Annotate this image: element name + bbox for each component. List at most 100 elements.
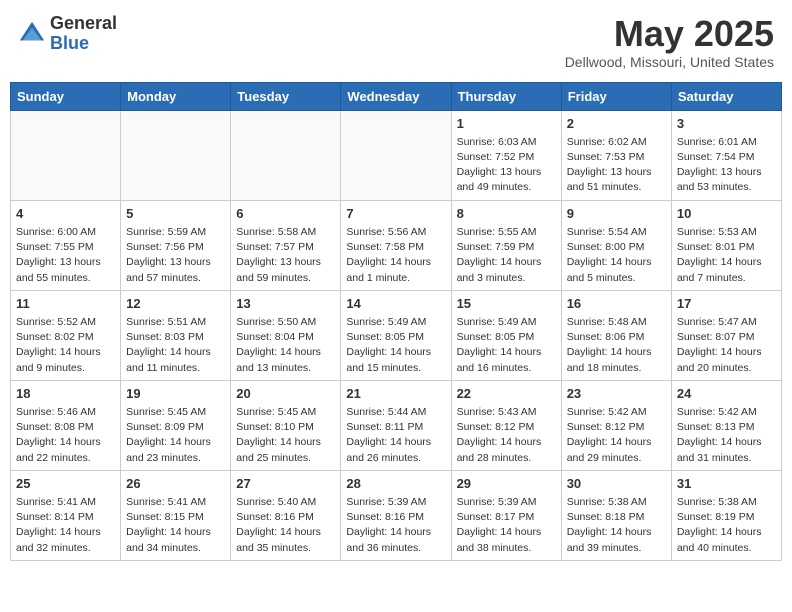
day-info: Sunrise: 5:38 AM Sunset: 8:18 PM Dayligh…: [567, 495, 666, 556]
day-info: Sunrise: 5:55 AM Sunset: 7:59 PM Dayligh…: [457, 225, 556, 286]
day-info: Sunrise: 5:51 AM Sunset: 8:03 PM Dayligh…: [126, 315, 225, 376]
day-info: Sunrise: 5:43 AM Sunset: 8:12 PM Dayligh…: [457, 405, 556, 466]
calendar-day-cell: 19Sunrise: 5:45 AM Sunset: 8:09 PM Dayli…: [121, 380, 231, 470]
calendar-week-row: 18 Sunrise: 5:46 AM Sunset: 8:08 PM Dayli…: [11, 380, 782, 470]
title-section: May 2025 Dellwood, Missouri, United Stat…: [565, 14, 774, 70]
calendar-day-cell: 30 Sunrise: 5:38 AM Sunset: 8:18 PM Dayli…: [561, 470, 671, 560]
calendar-day-cell: 25Sunrise: 5:41 AM Sunset: 8:14 PM Dayli…: [11, 470, 121, 560]
day-info: Sunrise: 5:39 AM Sunset: 8:16 PM Dayligh…: [346, 495, 445, 556]
day-number: 12: [126, 295, 225, 313]
calendar-day-cell: 3Sunrise: 6:01 AM Sunset: 7:54 PM Daylig…: [671, 110, 781, 200]
calendar-day-cell: 7 Sunrise: 5:56 AM Sunset: 7:58 PM Daylig…: [341, 200, 451, 290]
day-info: Sunrise: 5:44 AM Sunset: 8:11 PM Dayligh…: [346, 405, 445, 466]
calendar-day-cell: 17 Sunrise: 5:47 AM Sunset: 8:07 PM Dayli…: [671, 290, 781, 380]
calendar-week-row: 25Sunrise: 5:41 AM Sunset: 8:14 PM Dayli…: [11, 470, 782, 560]
weekday-header-monday: Monday: [121, 82, 231, 110]
day-info: Sunrise: 6:03 AM Sunset: 7:52 PM Dayligh…: [457, 135, 556, 196]
day-info: Sunrise: 5:39 AM Sunset: 8:17 PM Dayligh…: [457, 495, 556, 556]
day-number: 3: [677, 115, 776, 133]
calendar-day-cell: 9Sunrise: 5:54 AM Sunset: 8:00 PM Daylig…: [561, 200, 671, 290]
day-number: 11: [16, 295, 115, 313]
logo-text: General Blue: [50, 14, 117, 54]
day-info: Sunrise: 5:49 AM Sunset: 8:05 PM Dayligh…: [457, 315, 556, 376]
day-info: Sunrise: 5:50 AM Sunset: 8:04 PM Dayligh…: [236, 315, 335, 376]
weekday-header-thursday: Thursday: [451, 82, 561, 110]
logo-blue-text: Blue: [50, 34, 117, 54]
day-info: Sunrise: 5:53 AM Sunset: 8:01 PM Dayligh…: [677, 225, 776, 286]
calendar-day-cell: 31 Sunrise: 5:38 AM Sunset: 8:19 PM Dayli…: [671, 470, 781, 560]
calendar-day-cell: 29Sunrise: 5:39 AM Sunset: 8:17 PM Dayli…: [451, 470, 561, 560]
calendar-day-cell: 16 Sunrise: 5:48 AM Sunset: 8:06 PM Dayli…: [561, 290, 671, 380]
calendar-day-cell: 15 Sunrise: 5:49 AM Sunset: 8:05 PM Dayli…: [451, 290, 561, 380]
day-info: Sunrise: 5:49 AM Sunset: 8:05 PM Dayligh…: [346, 315, 445, 376]
day-info: Sunrise: 5:59 AM Sunset: 7:56 PM Dayligh…: [126, 225, 225, 286]
day-info: Sunrise: 5:40 AM Sunset: 8:16 PM Dayligh…: [236, 495, 335, 556]
calendar-day-cell: 5 Sunrise: 5:59 AM Sunset: 7:56 PM Daylig…: [121, 200, 231, 290]
calendar-day-cell: 13 Sunrise: 5:50 AM Sunset: 8:04 PM Dayli…: [231, 290, 341, 380]
day-info: Sunrise: 6:00 AM Sunset: 7:55 PM Dayligh…: [16, 225, 115, 286]
day-number: 31: [677, 475, 776, 493]
day-info: Sunrise: 5:42 AM Sunset: 8:12 PM Dayligh…: [567, 405, 666, 466]
day-number: 30: [567, 475, 666, 493]
day-info: Sunrise: 5:47 AM Sunset: 8:07 PM Dayligh…: [677, 315, 776, 376]
weekday-header-tuesday: Tuesday: [231, 82, 341, 110]
calendar-day-cell: 23Sunrise: 5:42 AM Sunset: 8:12 PM Dayli…: [561, 380, 671, 470]
day-number: 7: [346, 205, 445, 223]
logo-icon: [18, 20, 46, 48]
day-info: Sunrise: 5:54 AM Sunset: 8:00 PM Dayligh…: [567, 225, 666, 286]
calendar-day-cell: 1 Sunrise: 6:03 AM Sunset: 7:52 PM Daylig…: [451, 110, 561, 200]
day-number: 8: [457, 205, 556, 223]
day-number: 13: [236, 295, 335, 313]
month-title: May 2025: [565, 14, 774, 54]
day-number: 24: [677, 385, 776, 403]
day-number: 18: [16, 385, 115, 403]
page-header: General Blue May 2025 Dellwood, Missouri…: [10, 10, 782, 74]
day-info: Sunrise: 5:42 AM Sunset: 8:13 PM Dayligh…: [677, 405, 776, 466]
calendar-day-cell: 8 Sunrise: 5:55 AM Sunset: 7:59 PM Daylig…: [451, 200, 561, 290]
day-info: Sunrise: 5:48 AM Sunset: 8:06 PM Dayligh…: [567, 315, 666, 376]
calendar-day-cell: [231, 110, 341, 200]
day-info: Sunrise: 5:56 AM Sunset: 7:58 PM Dayligh…: [346, 225, 445, 286]
calendar-day-cell: 6Sunrise: 5:58 AM Sunset: 7:57 PM Daylig…: [231, 200, 341, 290]
day-number: 15: [457, 295, 556, 313]
logo: General Blue: [18, 14, 117, 54]
day-info: Sunrise: 5:45 AM Sunset: 8:10 PM Dayligh…: [236, 405, 335, 466]
day-number: 16: [567, 295, 666, 313]
day-info: Sunrise: 5:46 AM Sunset: 8:08 PM Dayligh…: [16, 405, 115, 466]
calendar-day-cell: [121, 110, 231, 200]
location-text: Dellwood, Missouri, United States: [565, 54, 774, 70]
day-info: Sunrise: 5:38 AM Sunset: 8:19 PM Dayligh…: [677, 495, 776, 556]
calendar-day-cell: 18 Sunrise: 5:46 AM Sunset: 8:08 PM Dayli…: [11, 380, 121, 470]
calendar-day-cell: 20 Sunrise: 5:45 AM Sunset: 8:10 PM Dayli…: [231, 380, 341, 470]
calendar-day-cell: 2Sunrise: 6:02 AM Sunset: 7:53 PM Daylig…: [561, 110, 671, 200]
day-number: 20: [236, 385, 335, 403]
day-number: 4: [16, 205, 115, 223]
calendar-day-cell: 27 Sunrise: 5:40 AM Sunset: 8:16 PM Dayli…: [231, 470, 341, 560]
weekday-header-wednesday: Wednesday: [341, 82, 451, 110]
day-number: 14: [346, 295, 445, 313]
day-number: 27: [236, 475, 335, 493]
calendar-day-cell: 10Sunrise: 5:53 AM Sunset: 8:01 PM Dayli…: [671, 200, 781, 290]
weekday-header-saturday: Saturday: [671, 82, 781, 110]
day-number: 19: [126, 385, 225, 403]
weekday-header-row: SundayMondayTuesdayWednesdayThursdayFrid…: [11, 82, 782, 110]
calendar-day-cell: 11 Sunrise: 5:52 AM Sunset: 8:02 PM Dayli…: [11, 290, 121, 380]
weekday-header-sunday: Sunday: [11, 82, 121, 110]
calendar-week-row: 4 Sunrise: 6:00 AM Sunset: 7:55 PM Daylig…: [11, 200, 782, 290]
day-info: Sunrise: 5:52 AM Sunset: 8:02 PM Dayligh…: [16, 315, 115, 376]
day-number: 2: [567, 115, 666, 133]
calendar-day-cell: [11, 110, 121, 200]
day-number: 28: [346, 475, 445, 493]
calendar-week-row: 1 Sunrise: 6:03 AM Sunset: 7:52 PM Daylig…: [11, 110, 782, 200]
day-info: Sunrise: 5:41 AM Sunset: 8:15 PM Dayligh…: [126, 495, 225, 556]
weekday-header-friday: Friday: [561, 82, 671, 110]
calendar-week-row: 11 Sunrise: 5:52 AM Sunset: 8:02 PM Dayli…: [11, 290, 782, 380]
calendar-day-cell: 26Sunrise: 5:41 AM Sunset: 8:15 PM Dayli…: [121, 470, 231, 560]
day-number: 17: [677, 295, 776, 313]
day-number: 5: [126, 205, 225, 223]
calendar-day-cell: 21Sunrise: 5:44 AM Sunset: 8:11 PM Dayli…: [341, 380, 451, 470]
calendar-table: SundayMondayTuesdayWednesdayThursdayFrid…: [10, 82, 782, 561]
day-number: 1: [457, 115, 556, 133]
day-number: 22: [457, 385, 556, 403]
day-info: Sunrise: 5:58 AM Sunset: 7:57 PM Dayligh…: [236, 225, 335, 286]
